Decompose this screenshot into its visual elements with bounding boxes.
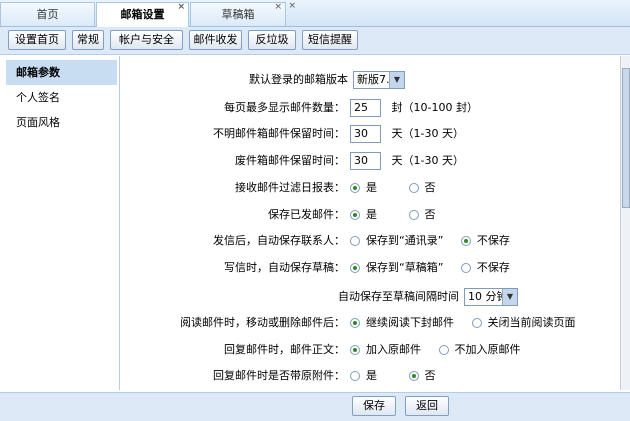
reply-attach-row: 回复邮件时是否带原附件： 是 否 [120, 366, 620, 386]
reply-body-row: 回复邮件时，邮件正文： 加入原邮件 不加入原邮件 [120, 340, 620, 360]
tab-home-label: 首页 [36, 8, 59, 21]
include-original-radio[interactable] [350, 345, 360, 355]
trash-keep-label: 废件箱邮件保留时间： [235, 154, 345, 167]
tab-drafts[interactable]: 草稿箱 × [190, 2, 286, 26]
settings-form: 默认登录的邮箱版本 新版7.1 ▼ 每页最多显示邮件数量： 25 封（10-10… [119, 56, 620, 390]
settings-home-button[interactable]: 设置首页 [8, 30, 66, 50]
tab-mail-settings-label: 邮箱设置 [120, 8, 165, 21]
trash-keep-row: 废件箱邮件保留时间： 30 天（1-30 天） [120, 151, 620, 171]
save-button[interactable]: 保存 [352, 396, 396, 416]
version-label: 默认登录的邮箱版本 [249, 73, 348, 86]
reply-attach-no-label: 否 [424, 369, 436, 382]
per-page-input[interactable]: 25 [350, 99, 381, 117]
save-draft-nosave-label: 不保存 [476, 261, 510, 274]
unknown-keep-input[interactable]: 30 [350, 125, 381, 143]
anti-spam-button[interactable]: 反垃圾 [248, 30, 296, 50]
tab-extra[interactable]: × [287, 0, 299, 26]
draft-interval-row: 自动保存至草稿间隔时间 10 分钟 ▼ [120, 287, 620, 307]
version-row: 默认登录的邮箱版本 新版7.1 ▼ [120, 70, 620, 90]
save-sent-row: 保存已发邮件： 是 否 [120, 205, 620, 225]
save-sent-yes-radio[interactable] [350, 210, 360, 220]
filter-report-yes-radio[interactable] [350, 183, 360, 193]
save-draft-nosave-radio[interactable] [460, 263, 471, 273]
filter-report-row: 接收邮件过滤日报表： 是 否 [120, 178, 620, 198]
close-icon[interactable]: × [177, 0, 185, 19]
save-contact-row: 发信后，自动保存联系人： 保存到“通讯录” 不保存 [120, 231, 620, 251]
trash-keep-input[interactable]: 30 [350, 152, 381, 170]
continue-reading-radio[interactable] [350, 318, 360, 328]
save-contact-nosave-radio[interactable] [460, 236, 471, 246]
reply-attach-no-radio[interactable] [408, 371, 419, 381]
save-draft-label: 写信时，自动保存草稿： [224, 261, 345, 274]
save-sent-label: 保存已发邮件： [268, 208, 345, 221]
sms-reminder-button[interactable]: 短信提醒 [302, 30, 358, 50]
filter-report-yes-label: 是 [366, 181, 377, 194]
reply-body-label: 回复邮件时，邮件正文： [224, 343, 345, 356]
chevron-down-icon: ▼ [502, 289, 517, 305]
close-reading-radio[interactable] [471, 318, 482, 328]
continue-reading-label: 继续阅读下封邮件 [366, 316, 454, 329]
draft-interval-select[interactable]: 10 分钟 ▼ [464, 288, 518, 306]
back-button[interactable]: 返回 [405, 396, 449, 416]
save-draft-row: 写信时，自动保存草稿： 保存到“草稿箱” 不保存 [120, 258, 620, 278]
close-icon[interactable]: × [274, 0, 282, 19]
version-select[interactable]: 新版7.1 ▼ [353, 71, 405, 89]
after-move-label: 阅读邮件时，移动或删除邮件后： [180, 316, 345, 329]
save-contact-nosave-label: 不保存 [476, 234, 510, 247]
save-sent-no-radio[interactable] [408, 210, 419, 220]
close-icon[interactable]: × [288, 0, 296, 18]
sidebar-item-mailbox-params[interactable]: 邮箱参数 [6, 60, 117, 85]
tab-home[interactable]: 首页 [0, 2, 95, 26]
save-sent-no-label: 否 [424, 208, 436, 221]
action-bar: 保存 返回 [0, 392, 630, 421]
filter-report-no-radio[interactable] [408, 183, 419, 193]
unknown-keep-label: 不明邮件箱邮件保留时间： [213, 127, 345, 140]
per-page-label: 每页最多显示邮件数量： [224, 101, 345, 114]
scrollbar-thumb[interactable] [622, 68, 630, 208]
account-security-button[interactable]: 帐户与安全 [110, 30, 183, 50]
unknown-keep-hint: 天（1-30 天） [391, 127, 464, 140]
save-draft-save-radio[interactable] [350, 263, 360, 273]
tab-bar: 首页 邮箱设置 × 草稿箱 × × [0, 0, 630, 27]
sidebar: 邮箱参数 个人签名 页面风格 [6, 60, 117, 390]
reply-attach-label: 回复邮件时是否带原附件： [213, 369, 345, 382]
include-original-label: 加入原邮件 [366, 343, 421, 356]
tab-drafts-label: 草稿箱 [221, 8, 255, 21]
chevron-down-icon: ▼ [389, 72, 404, 88]
per-page-hint: 封（10-100 封） [391, 101, 478, 114]
reply-attach-yes-label: 是 [366, 369, 377, 382]
tab-mail-settings[interactable]: 邮箱设置 × [96, 2, 189, 27]
settings-toolbar: 设置首页 常规 帐户与安全 邮件收发 反垃圾 短信提醒 [0, 27, 630, 55]
save-contact-save-label: 保存到“通讯录” [366, 234, 444, 247]
draft-interval-label: 自动保存至草稿间隔时间 [338, 290, 459, 303]
save-sent-yes-label: 是 [366, 208, 377, 221]
save-contact-label: 发信后，自动保存联系人： [213, 234, 345, 247]
exclude-original-radio[interactable] [438, 345, 449, 355]
trash-keep-hint: 天（1-30 天） [391, 154, 464, 167]
general-button[interactable]: 常规 [72, 30, 104, 50]
exclude-original-label: 不加入原邮件 [454, 343, 521, 356]
vertical-scrollbar[interactable] [620, 56, 630, 390]
filter-report-label: 接收邮件过滤日报表： [235, 181, 345, 194]
unknown-keep-row: 不明邮件箱邮件保留时间： 30 天（1-30 天） [120, 124, 620, 144]
save-contact-save-radio[interactable] [350, 236, 360, 246]
sidebar-item-page-style[interactable]: 页面风格 [6, 110, 117, 135]
per-page-row: 每页最多显示邮件数量： 25 封（10-100 封） [120, 98, 620, 118]
close-reading-label: 关闭当前阅读页面 [487, 316, 576, 329]
after-move-row: 阅读邮件时，移动或删除邮件后： 继续阅读下封邮件 关闭当前阅读页面 [120, 313, 620, 333]
save-draft-save-label: 保存到“草稿箱” [366, 261, 444, 274]
filter-report-no-label: 否 [424, 181, 436, 194]
sidebar-item-signature[interactable]: 个人签名 [6, 85, 117, 110]
reply-attach-yes-radio[interactable] [350, 371, 360, 381]
mail-send-receive-button[interactable]: 邮件收发 [189, 30, 242, 50]
